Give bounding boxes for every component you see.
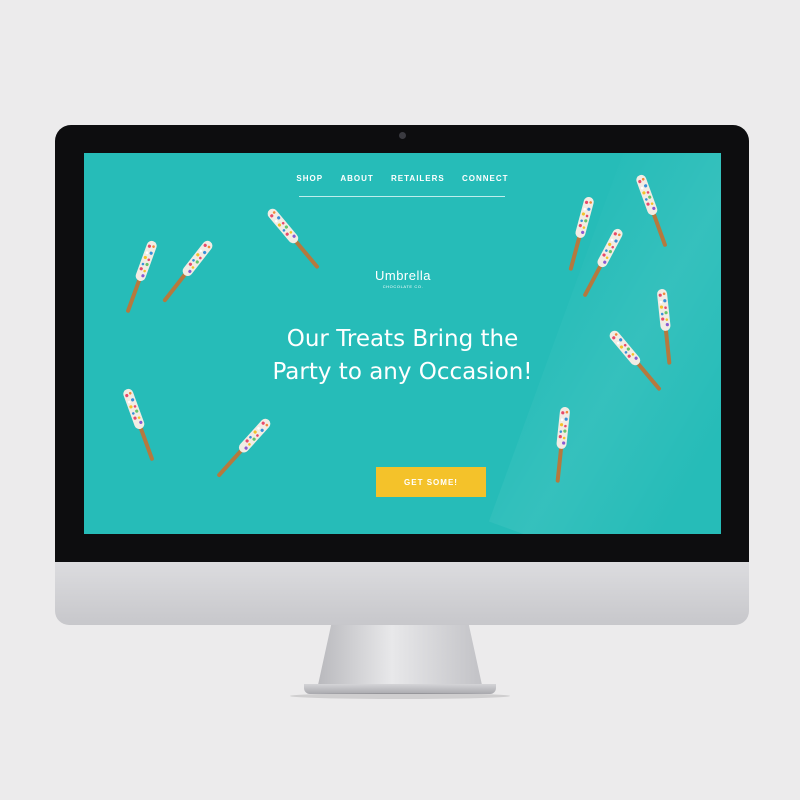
nav-item-connect[interactable]: CONNECT <box>462 174 509 183</box>
brand-logo[interactable]: Umbrella CHOCOLATE CO. <box>368 268 438 289</box>
get-some-button[interactable]: GET SOME! <box>376 467 486 497</box>
hero-line-1: Our Treats Bring the <box>286 326 519 352</box>
main-nav: SHOP ABOUT RETAILERS CONNECT <box>84 174 721 183</box>
pretzel-stick-9 <box>654 286 677 366</box>
pretzel-stick-7 <box>632 171 672 249</box>
hero-headline: Our Treats Bring the Party to any Occasi… <box>204 323 601 389</box>
nav-item-about[interactable]: ABOUT <box>340 174 373 183</box>
nav-item-retailers[interactable]: RETAILERS <box>391 174 445 183</box>
nav-item-shop[interactable]: SHOP <box>296 174 323 183</box>
logo-wordmark: Umbrella <box>374 268 431 283</box>
nav-divider <box>299 196 505 197</box>
website-screen: SHOP ABOUT RETAILERS CONNECT Umbrella CH… <box>84 153 721 534</box>
pretzel-stick-11 <box>550 404 573 484</box>
imac-monitor: SHOP ABOUT RETAILERS CONNECT Umbrella CH… <box>55 125 749 625</box>
monitor-chin <box>55 562 749 625</box>
pretzel-stick-3 <box>263 204 323 272</box>
pretzel-stick-5 <box>213 414 275 481</box>
pretzel-stick-8 <box>581 227 625 297</box>
stand-shadow <box>290 693 510 699</box>
logo-subtitle: CHOCOLATE CO. <box>382 284 424 289</box>
pretzel-stick-4 <box>119 385 159 463</box>
monitor-stand <box>318 625 482 685</box>
camera-icon <box>399 132 406 139</box>
monitor-bezel: SHOP ABOUT RETAILERS CONNECT Umbrella CH… <box>55 125 749 562</box>
pretzel-stick-6 <box>564 193 597 272</box>
hero-line-2: Party to any Occasion! <box>272 359 533 385</box>
pretzel-stick-2 <box>158 236 217 306</box>
pretzel-stick-1 <box>121 237 161 315</box>
pretzel-stick-10 <box>605 326 665 394</box>
